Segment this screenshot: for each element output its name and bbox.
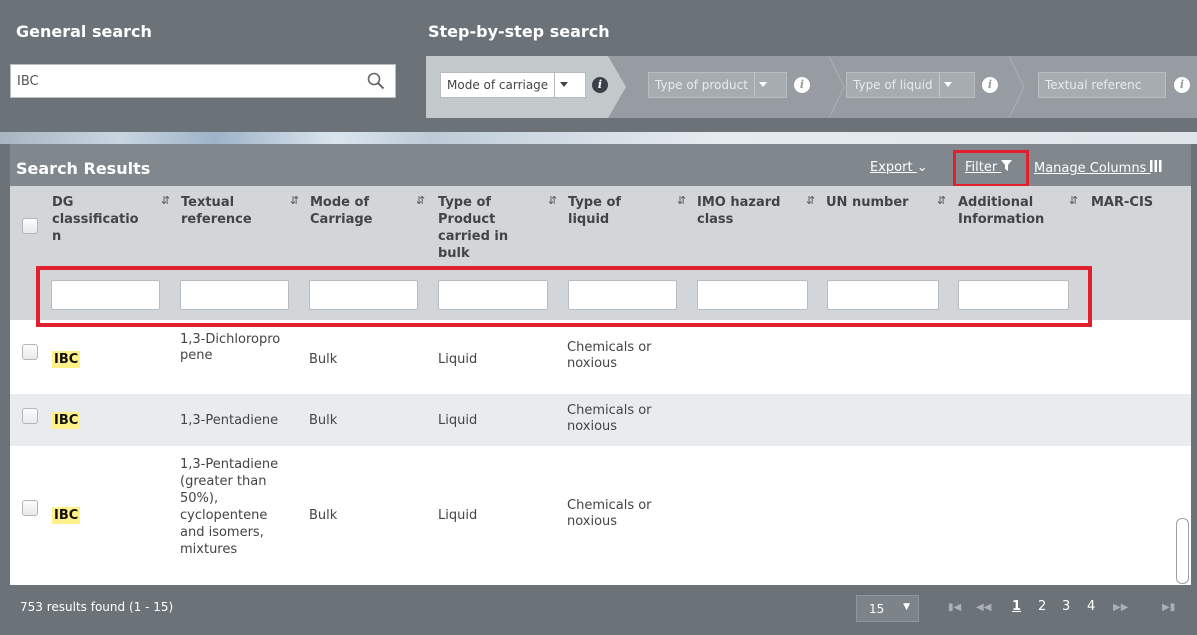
first-page-icon[interactable]: ▮◀	[948, 602, 961, 613]
general-search-input[interactable]	[17, 65, 357, 97]
general-search-title: General search	[16, 22, 152, 41]
sort-icon[interactable]: ⇵	[416, 194, 425, 207]
textual-reference-cell: 1,3-Pentadiene (greater than 50%), cyclo…	[180, 457, 279, 557]
page-size-value: 15	[869, 601, 885, 616]
chevron-down-icon[interactable]	[753, 73, 772, 97]
page-link-4[interactable]: 4	[1087, 599, 1095, 614]
mode-cell: Bulk	[309, 413, 338, 428]
column-header-imo-hazard-class[interactable]: IMO hazard class	[697, 194, 807, 228]
mode-cell: Bulk	[309, 508, 338, 523]
sky-banner	[0, 132, 1197, 144]
product-cell: Liquid	[438, 413, 478, 428]
chevron-down-icon[interactable]	[554, 73, 572, 97]
mode-of-carriage-select[interactable]: Mode of carriage	[440, 72, 586, 98]
textual-reference-cell: 1,3-Dichloropropene	[180, 332, 281, 363]
search-area: General search Step-by-step search Mode …	[0, 0, 1197, 132]
scrollbar-thumb[interactable]	[1176, 518, 1189, 584]
column-header-un-number[interactable]: UN number	[826, 194, 916, 211]
row-checkbox[interactable]	[22, 500, 38, 516]
results-panel: Search Results Export ⌄ Filter Manage Co…	[10, 144, 1191, 585]
chevron-down-icon: ▼	[903, 602, 910, 612]
general-search-box[interactable]	[10, 64, 396, 98]
column-header-textual-reference[interactable]: Textual reference	[181, 194, 271, 228]
results-title: Search Results	[16, 159, 151, 178]
column-header-type-of-product[interactable]: Type of Product carried in bulk	[438, 194, 524, 266]
step-search-bar: Mode of carriage i Type of product i Typ…	[426, 56, 1197, 118]
next-page-icon[interactable]: ▶▶	[1113, 602, 1128, 613]
liquid-cell: Chemicals or noxious	[567, 403, 652, 434]
type-of-product-label: Type of product	[655, 78, 748, 92]
sort-icon[interactable]: ⇵	[937, 194, 946, 207]
info-icon[interactable]: i	[1174, 77, 1190, 93]
row-checkbox[interactable]	[22, 408, 38, 424]
info-icon[interactable]: i	[982, 77, 998, 93]
step-search-title: Step-by-step search	[428, 22, 610, 41]
sort-icon[interactable]: ⇵	[290, 194, 299, 207]
sort-icon[interactable]: ⇵	[806, 194, 815, 207]
page-link-1[interactable]: 1	[1012, 599, 1021, 614]
results-header: Search Results Export ⌄ Filter Manage Co…	[10, 144, 1191, 187]
chevron-down-icon: ⌄	[916, 160, 928, 175]
results-count: 753 results found (1 - 15)	[20, 600, 174, 614]
dg-tag: IBC	[52, 351, 81, 368]
page-size-select[interactable]: 15 ▼	[856, 595, 919, 622]
textual-reference-label: Textual referenc	[1045, 78, 1142, 92]
filter-highlight-box	[953, 150, 1029, 187]
type-of-liquid-select[interactable]: Type of liquid	[846, 72, 975, 98]
column-header-additional-information[interactable]: Additional Information	[958, 194, 1068, 228]
dg-cell: IBC	[52, 507, 81, 524]
liquid-cell: Chemicals or noxious	[567, 498, 652, 529]
column-header-mar-cis[interactable]: MAR-CIS	[1091, 194, 1171, 211]
liquid-cell: Chemicals or noxious	[567, 340, 652, 371]
column-header-mode-of-carriage[interactable]: Mode of Carriage	[310, 194, 390, 228]
export-label: Export	[870, 160, 913, 175]
select-all-checkbox[interactable]	[22, 218, 38, 234]
filter-row-highlight-box	[36, 266, 1092, 327]
column-header-type-of-liquid[interactable]: Type of liquid	[568, 194, 648, 228]
sort-icon[interactable]: ⇵	[548, 194, 557, 207]
last-page-icon[interactable]: ▶▮	[1162, 602, 1175, 613]
table-row[interactable]: IBC 1,3-Pentadiene Bulk Liquid Chemicals…	[10, 394, 1191, 446]
type-of-product-select[interactable]: Type of product	[648, 72, 787, 98]
search-icon[interactable]	[367, 72, 385, 90]
dg-cell: IBC	[52, 351, 81, 368]
product-cell: Liquid	[438, 352, 478, 367]
manage-columns-label: Manage Columns	[1034, 161, 1147, 176]
row-checkbox[interactable]	[22, 344, 38, 360]
textual-reference-cell: 1,3-Pentadiene	[180, 413, 279, 428]
chevron-down-icon[interactable]	[938, 73, 957, 97]
page-link-3[interactable]: 3	[1062, 599, 1070, 614]
results-footer: 753 results found (1 - 15) 15 ▼ ▮◀ ◀◀ 1 …	[0, 585, 1197, 635]
table-row[interactable]: IBC 1,3-Pentadiene (greater than 50%), c…	[10, 446, 1191, 585]
product-cell: Liquid	[438, 508, 478, 523]
mode-cell: Bulk	[309, 352, 338, 367]
columns-icon	[1150, 160, 1162, 172]
manage-columns-link[interactable]: Manage Columns	[1034, 160, 1162, 176]
info-icon[interactable]: i	[794, 77, 810, 93]
prev-page-icon[interactable]: ◀◀	[976, 602, 991, 613]
sort-icon[interactable]: ⇵	[677, 194, 686, 207]
step-divider-chevron	[829, 56, 845, 118]
textual-reference-input[interactable]: Textual referenc	[1038, 72, 1166, 98]
page-link-2[interactable]: 2	[1038, 599, 1046, 614]
table-row[interactable]: IBC 1,3-Dichloropropene Bulk Liquid Chem…	[10, 320, 1191, 394]
info-icon[interactable]: i	[592, 77, 608, 93]
mode-of-carriage-label: Mode of carriage	[447, 78, 549, 92]
column-header-dg[interactable]: DG classificatio n	[52, 194, 138, 245]
sort-icon[interactable]: ⇵	[1069, 194, 1078, 207]
export-link[interactable]: Export ⌄	[870, 160, 928, 175]
dg-tag: IBC	[52, 507, 81, 524]
dg-tag: IBC	[52, 412, 81, 429]
step-divider-chevron	[1009, 56, 1025, 118]
dg-cell: IBC	[52, 412, 81, 429]
sort-icon[interactable]: ⇵	[161, 194, 170, 207]
type-of-liquid-label: Type of liquid	[853, 78, 933, 92]
